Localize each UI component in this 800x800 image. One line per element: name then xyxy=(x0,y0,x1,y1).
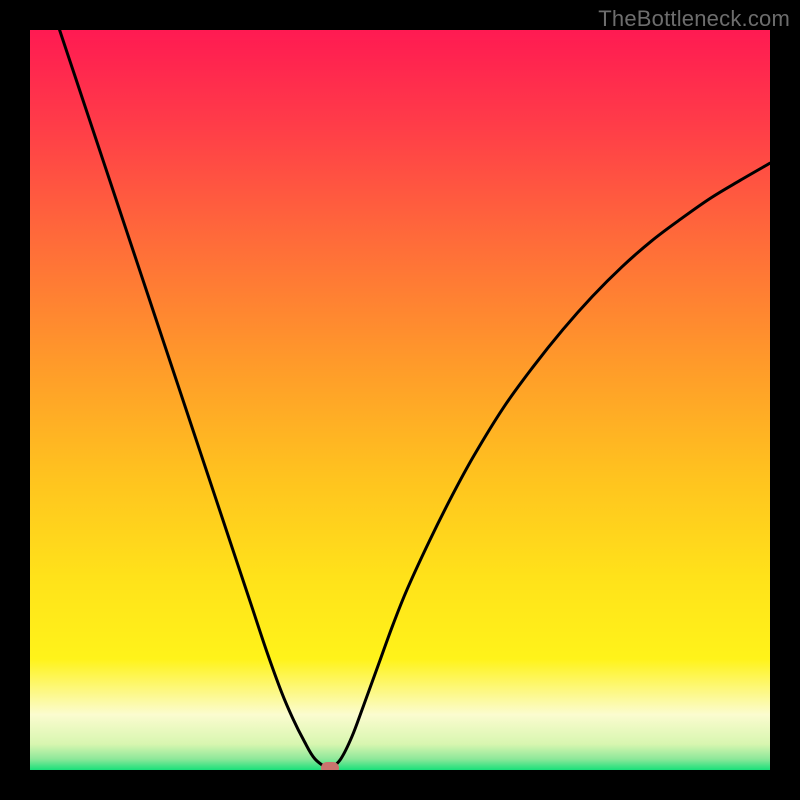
minimum-marker xyxy=(321,762,339,770)
curve-left-branch xyxy=(60,30,330,770)
plot-area xyxy=(30,30,770,770)
watermark-text: TheBottleneck.com xyxy=(598,6,790,32)
curve-right-branch xyxy=(330,163,770,770)
curve-layer xyxy=(30,30,770,770)
outer-frame: TheBottleneck.com xyxy=(0,0,800,800)
